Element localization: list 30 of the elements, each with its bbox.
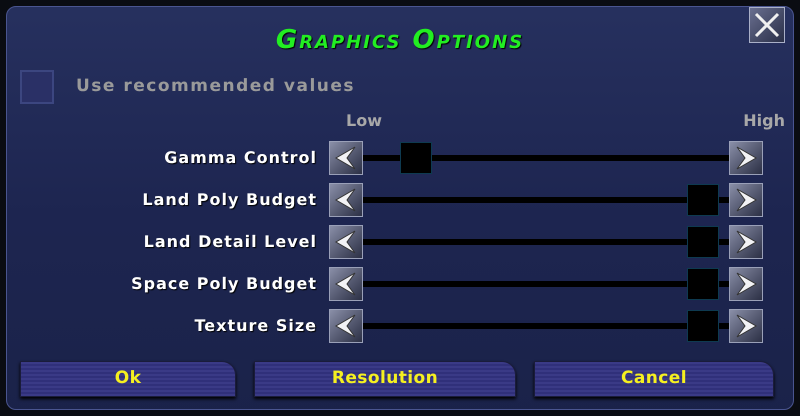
- close-button[interactable]: [749, 7, 785, 43]
- slider-label: Gamma Control: [163, 147, 318, 169]
- low-label: Low: [346, 113, 382, 129]
- left-arrow-button[interactable]: [329, 309, 363, 343]
- action-button[interactable]: Ok: [20, 361, 236, 397]
- right-arrow-button[interactable]: [729, 183, 763, 217]
- slider-thumb[interactable]: [400, 142, 432, 174]
- slider-label: Land Poly Budget: [141, 189, 318, 211]
- right-arrow-button[interactable]: [729, 309, 763, 343]
- right-arrow-button[interactable]: [729, 141, 763, 175]
- slider-label: Space Poly Budget: [130, 273, 318, 295]
- slider-thumb[interactable]: [686, 184, 719, 216]
- slider-thumb[interactable]: [686, 268, 719, 300]
- left-arrow-button[interactable]: [329, 225, 363, 259]
- checkbox[interactable]: [20, 70, 54, 104]
- dialog-title: Graphics Options: [276, 27, 524, 57]
- left-arrow-button[interactable]: [329, 183, 363, 217]
- checkbox-label: Use recommended values: [76, 75, 356, 98]
- slider-thumb[interactable]: [686, 310, 719, 342]
- left-arrow-button[interactable]: [329, 267, 363, 301]
- high-label: High: [743, 113, 785, 129]
- slider-label: Land Detail Level: [142, 231, 318, 253]
- action-button[interactable]: Cancel: [534, 361, 774, 397]
- close-icon: [753, 11, 781, 39]
- action-button[interactable]: Resolution: [254, 361, 516, 397]
- slider-thumb[interactable]: [686, 226, 719, 258]
- left-arrow-button[interactable]: [329, 141, 363, 175]
- right-arrow-button[interactable]: [729, 267, 763, 301]
- right-arrow-button[interactable]: [729, 225, 763, 259]
- slider-label: Texture Size: [194, 315, 318, 337]
